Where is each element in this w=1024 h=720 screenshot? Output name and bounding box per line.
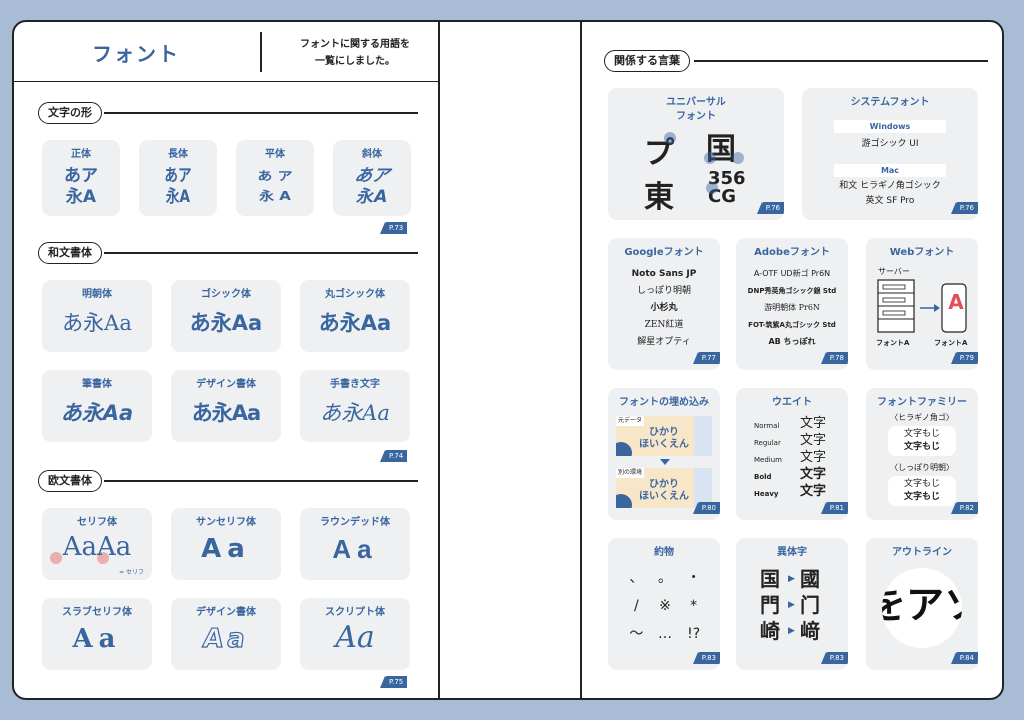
page-ref-p80[interactable]: P.80 — [692, 502, 720, 514]
left-page-header: フォント フォントに関する用語を 一覧にしました。 — [14, 22, 440, 82]
page-ref-p82[interactable]: P.82 — [950, 502, 978, 514]
card-itaiji[interactable]: 異体字 国 門 崎 ▶ ▶ ▶ 國 门 﨑 P.83 — [736, 538, 848, 670]
page-subtitle: フォントに関する用語を 一覧にしました。 — [300, 39, 410, 67]
card-outline[interactable]: アウトライン をアソ P.84 — [866, 538, 978, 670]
section-label-western: 欧文書体 — [38, 470, 102, 492]
section-label-related: 関係する言葉 — [604, 50, 690, 72]
left-page-right-border — [438, 22, 440, 698]
card-serif[interactable]: セリフ体 AaAa = セリフ — [42, 508, 152, 580]
page-ref-p77[interactable]: P.77 — [692, 352, 720, 364]
page-ref-p83[interactable]: P.83 — [820, 652, 848, 664]
card-yakumono[interactable]: 約物 、 。 ・ / ※ * 〜 … !? P.83 — [608, 538, 720, 670]
page-ref-p74[interactable]: P.74 — [379, 450, 408, 462]
card-mincho[interactable]: 明朝体 あ永Aa — [42, 280, 152, 352]
card-shatai[interactable]: 斜体 あア 永A — [333, 140, 411, 216]
right-page-left-border — [580, 22, 582, 698]
page-ref-p83[interactable]: P.83 — [692, 652, 720, 664]
card-google-fonts[interactable]: Googleフォント Noto Sans JP しっぽり明朝 小杉丸 ZEN紅道… — [608, 238, 720, 370]
card-design-ja[interactable]: デザイン書体 あ永Aa — [171, 370, 281, 442]
section-rule — [694, 60, 988, 62]
page-title: フォント — [92, 42, 180, 66]
card-maru-gothic[interactable]: 丸ゴシック体 あ永Aa — [300, 280, 410, 352]
card-universal-font[interactable]: ユニバーサル フォント プ 国 東 356 CG P.76 — [608, 88, 784, 220]
page-ref-p76[interactable]: P.76 — [950, 202, 978, 214]
card-system-font[interactable]: システムフォント Windows 游ゴシック UI Mac 和文 ヒラギノ角ゴシ… — [802, 88, 978, 220]
page-ref-p75[interactable]: P.75 — [379, 676, 408, 688]
section-rule — [104, 112, 418, 114]
section-rule — [104, 480, 418, 482]
card-font-family[interactable]: フォントファミリー 〈ヒラギノ角ゴ〉 文字もじ 文字もじ 〈しっぽり明朝〉 文字… — [866, 388, 978, 520]
arrow-right-icon: ▶ — [788, 600, 795, 610]
arrow-right-icon: ▶ — [788, 626, 795, 636]
outline-sample-circle: をアソ — [882, 568, 962, 648]
section-rule — [104, 252, 418, 254]
mac-label: Mac — [834, 164, 946, 177]
page-ref-p73[interactable]: P.73 — [379, 222, 408, 234]
card-slab-serif[interactable]: スラブセリフ体 Aa — [42, 598, 152, 670]
card-script[interactable]: スクリプト体 Aa — [300, 598, 410, 670]
card-handwriting[interactable]: 手書き文字 あ永Aa — [300, 370, 410, 442]
serif-note: = セリフ — [119, 569, 144, 576]
card-design-en[interactable]: デザイン書体 Aa — [171, 598, 281, 670]
arrow-down-icon — [660, 459, 670, 465]
card-adobe-fonts[interactable]: Adobeフォント A-OTF UD新ゴ Pr6N DNP秀英角ゴシック銀 St… — [736, 238, 848, 370]
server-label: サーバー — [878, 267, 910, 276]
embed-sample-original: 元データ ひかり ほいくえん — [616, 416, 712, 456]
header-divider — [260, 32, 262, 72]
section-label-shape: 文字の形 — [38, 102, 102, 124]
yakumono-grid: 、 。 ・ / ※ * 〜 … !? — [629, 570, 701, 642]
book-spread: フォント フォントに関する用語を 一覧にしました。 文字の形 正体 あア 永A … — [12, 20, 1004, 700]
page-ref-p79[interactable]: P.79 — [950, 352, 978, 364]
page-ref-p78[interactable]: P.78 — [820, 352, 848, 364]
card-gothic[interactable]: ゴシック体 あ永Aa — [171, 280, 281, 352]
card-font-embedding[interactable]: フォントの埋め込み 元データ ひかり ほいくえん 別の環境 ひかり ほいくえん … — [608, 388, 720, 520]
card-fude[interactable]: 筆書体 あ永Aa — [42, 370, 152, 442]
windows-label: Windows — [834, 120, 946, 133]
page-ref-p84[interactable]: P.84 — [950, 652, 978, 664]
page-ref-p81[interactable]: P.81 — [820, 502, 848, 514]
card-web-fonts[interactable]: Webフォント サーバー A フォントA フォントA P.79 — [866, 238, 978, 370]
card-weight[interactable]: ウエイト Normal Regular Medium Bold Heavy 文字… — [736, 388, 848, 520]
section-label-japanese: 和文書体 — [38, 242, 102, 264]
web-font-glyph: A — [948, 290, 964, 314]
card-rounded[interactable]: ラウンデッド体 Aa — [300, 508, 410, 580]
card-choutai[interactable]: 長体 あア 永A — [139, 140, 217, 216]
arrow-right-icon: ▶ — [788, 574, 795, 584]
page-ref-p76[interactable]: P.76 — [756, 202, 784, 214]
card-heitai[interactable]: 平体 あ ア 永 A — [236, 140, 314, 216]
card-seitai[interactable]: 正体 あア 永A — [42, 140, 120, 216]
card-sans-serif[interactable]: サンセリフ体 Aa — [171, 508, 281, 580]
